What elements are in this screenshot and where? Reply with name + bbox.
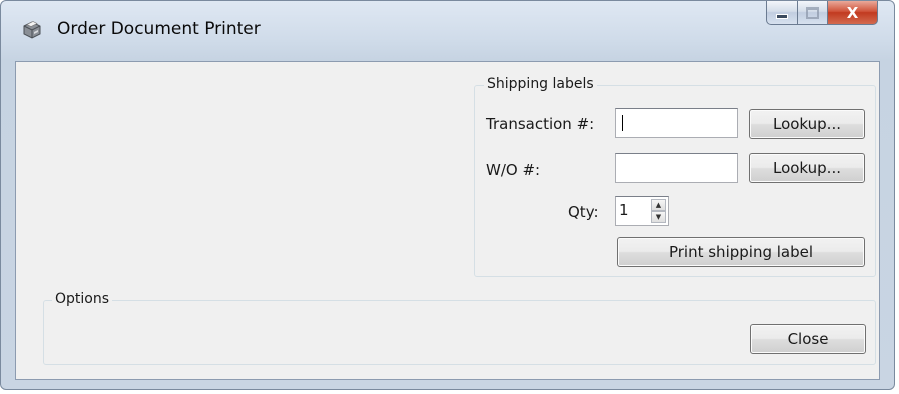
print-shipping-label-button[interactable]: Print shipping label: [617, 237, 865, 267]
qty-spin-buttons: ▲ ▼: [651, 199, 666, 223]
maximize-button[interactable]: [798, 1, 828, 25]
minimize-button[interactable]: [766, 1, 798, 25]
shipping-labels-title: Shipping labels: [484, 76, 597, 92]
spin-down-icon[interactable]: ▼: [651, 211, 666, 223]
qty-value: 1: [619, 201, 629, 219]
printer-icon: [20, 18, 44, 42]
transaction-label: Transaction #:: [486, 115, 595, 133]
close-window-button[interactable]: X: [828, 1, 878, 25]
app-window: Order Document Printer X Shipping labels…: [0, 0, 895, 390]
text-caret: [622, 115, 623, 131]
close-icon: X: [846, 3, 859, 22]
maximize-icon: [806, 6, 819, 19]
client-area: Shipping labels Transaction #: Lookup...…: [15, 61, 880, 380]
qty-stepper[interactable]: 1 ▲ ▼: [615, 196, 669, 226]
options-group: Options Close: [43, 291, 876, 365]
transaction-input[interactable]: [615, 108, 738, 138]
window-title: Order Document Printer: [57, 19, 261, 39]
transaction-lookup-button[interactable]: Lookup...: [749, 109, 865, 139]
window-controls: X: [766, 1, 878, 27]
wo-input[interactable]: [615, 153, 738, 183]
shipping-labels-group: Shipping labels Transaction #: Lookup...…: [474, 76, 876, 277]
qty-label: Qty:: [568, 203, 599, 221]
minimize-icon: [776, 13, 788, 19]
options-title: Options: [52, 291, 113, 307]
title-bar[interactable]: Order Document Printer X: [1, 1, 894, 61]
close-button[interactable]: Close: [750, 324, 866, 354]
spin-up-icon[interactable]: ▲: [651, 199, 666, 211]
wo-lookup-button[interactable]: Lookup...: [749, 153, 865, 183]
wo-label: W/O #:: [486, 161, 541, 179]
